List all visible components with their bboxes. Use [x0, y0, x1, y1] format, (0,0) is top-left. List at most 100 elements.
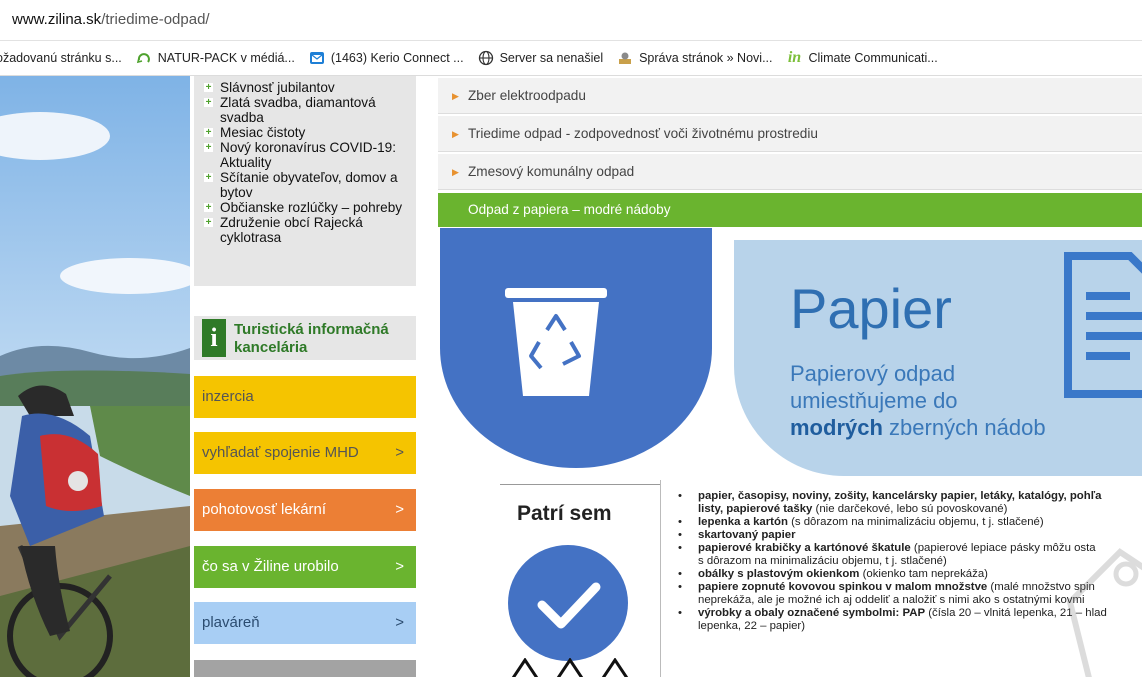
- sidebar-item[interactable]: + Združenie obcí Rajecká cyklotrasa: [204, 215, 410, 245]
- triangle-right-icon: ▶: [452, 129, 459, 139]
- bookmark-label: Server sa nenašiel: [499, 51, 604, 65]
- plus-icon: +: [204, 127, 213, 138]
- sidebar-item[interactable]: + Mesiac čistoty: [204, 125, 410, 140]
- item-bold: lepenka a kartón: [698, 516, 788, 528]
- tourist-info-banner[interactable]: i Turistická informačná kancelária: [194, 316, 416, 360]
- watermark-graphic: [1060, 512, 1142, 677]
- sidebar-item-label: Zlatá svadba, diamantová svadba: [220, 95, 376, 125]
- accordion-label: Triedime odpad - zodpovednosť voči život…: [468, 126, 818, 141]
- item-rest: s dôrazom na minimalizáciu objemu, t j. …: [698, 555, 947, 567]
- sidebar-item[interactable]: + Slávnosť jubilantov: [204, 80, 410, 95]
- sidebar-item[interactable]: + Sčítanie obyvateľov, domov a bytov: [204, 170, 410, 200]
- bookmark-5[interactable]: Správa stránok » Novi...: [617, 50, 773, 66]
- item-bold: papier, časopisy, noviny, zošity, kancel…: [698, 490, 1102, 502]
- inzercia-button[interactable]: inzercia: [194, 376, 416, 418]
- item-bold: listy, papierové tašky: [698, 503, 813, 515]
- accordion-item-elektroodpad[interactable]: ▶ Zber elektroodpadu: [438, 78, 1142, 114]
- item-bold: papiere zopnuté kovovou spinkou v malom …: [698, 581, 988, 593]
- triangle-right-icon: ▶: [452, 167, 459, 177]
- button-label: plaváreň: [202, 614, 260, 631]
- list-item: papier, časopisy, noviny, zošity, kancel…: [678, 490, 1142, 503]
- document-icon: [1064, 252, 1142, 398]
- bookmark-1[interactable]: ožadovanú stránku s...: [0, 51, 122, 65]
- accordion-label: Odpad z papiera – modré nádoby: [468, 202, 671, 217]
- hero-sub-rest: zberných nádob: [889, 415, 1046, 440]
- button-label: vyhľadať spojenie MHD: [202, 444, 359, 461]
- patri-sem-title: Patrí sem: [517, 502, 612, 525]
- patri-divider: [660, 480, 661, 677]
- triangle-right-icon: ▶: [452, 91, 459, 101]
- item-rest: lepenka, 22 – papier): [698, 620, 806, 632]
- sidebar-item[interactable]: + Zlatá svadba, diamantová svadba: [204, 95, 410, 125]
- sidebar-item-label: Mesiac čistoty: [220, 125, 306, 140]
- item-rest: neprekáža, ale je možné ich aj oddeliť a…: [698, 594, 1085, 606]
- sidebar-item-label: Nový koronavírus COVID-19: Aktuality: [220, 140, 397, 170]
- plus-icon: +: [204, 82, 213, 93]
- item-rest: (okienko tam neprekáža): [859, 568, 988, 580]
- bookmark-4[interactable]: Server sa nenašiel: [478, 50, 604, 66]
- accordion-label: Zber elektroodpadu: [468, 88, 586, 103]
- button-label: pohotovosť lekární: [202, 501, 327, 518]
- hero-sub-line2: umiestňujeme do: [790, 388, 958, 413]
- button-label: čo sa v Žiline urobilo: [202, 558, 339, 575]
- item-bold: výrobky a obaly označené symbolmi: PAP: [698, 607, 926, 619]
- bookmark-label: Správa stránok » Novi...: [639, 51, 773, 65]
- cyclist-photo: [0, 76, 190, 677]
- item-rest: (nie darčekové, lebo sú povoskované): [812, 503, 1008, 515]
- tourist-info-line2: kancelária: [234, 339, 308, 356]
- recycle-symbols-icon: [503, 657, 643, 677]
- naturpack-icon: [136, 50, 152, 66]
- hero-sub-line1: Papierový odpad: [790, 361, 956, 386]
- bookmark-label: (1463) Kerio Connect ...: [330, 51, 464, 65]
- bookmark-2[interactable]: NATUR-PACK v médiá...: [136, 50, 295, 66]
- sidebar-item[interactable]: + Nový koronavírus COVID-19: Aktuality: [204, 140, 410, 170]
- sidebar-item-label: Sčítanie obyvateľov, domov a bytov: [220, 170, 398, 200]
- url-text[interactable]: www.zilina.sk/triedime-odpad/: [12, 11, 210, 28]
- plus-icon: +: [204, 142, 213, 153]
- globe-icon: [478, 50, 494, 66]
- item-bold: papierové krabičky a kartónové škatule: [698, 542, 911, 554]
- in-icon: in: [787, 49, 802, 66]
- accordion-label: Zmesový komunálny odpad: [468, 164, 635, 179]
- bookmark-label: ožadovanú stránku s...: [0, 51, 122, 65]
- hero-sub-bold: modrých: [790, 415, 883, 440]
- sidebar-item-label: Občianske rozlúčky – pohreby: [220, 200, 403, 215]
- url-path: /triedime-odpad/: [101, 11, 210, 28]
- tourist-info-label: Turistická informačná kancelária: [234, 321, 389, 357]
- sidebar-item-label: Združenie obcí Rajecká cyklotrasa: [220, 215, 363, 245]
- item-bold: skartovaný papier: [698, 529, 796, 541]
- zilina-done-button[interactable]: čo sa v Žiline urobilo >: [194, 546, 416, 588]
- sidebar-button-cut-off[interactable]: [194, 660, 416, 677]
- page-content: + Slávnosť jubilantov + Zlatá svadba, diam…: [0, 76, 1142, 677]
- admin-icon: [617, 50, 633, 66]
- bookmark-label: Climate Communicati...: [808, 51, 938, 65]
- sidebar-item[interactable]: + Občianske rozlúčky – pohreby: [204, 200, 410, 215]
- plus-icon: +: [204, 202, 213, 213]
- bookmark-label: NATUR-PACK v médiá...: [157, 51, 295, 65]
- address-bar[interactable]: www.zilina.sk/triedime-odpad/: [0, 0, 1142, 41]
- sidebar-item-label: Slávnosť jubilantov: [220, 80, 335, 95]
- swimming-pool-button[interactable]: plaváreň >: [194, 602, 416, 644]
- item-rest: (s dôrazom na minimalizáciu objemu, t j.…: [787, 516, 1044, 528]
- accordion-item-papier-active[interactable]: Odpad z papiera – modré nádoby: [438, 193, 1142, 227]
- bookmarks-bar: ožadovanú stránku s... NATUR-PACK v médi…: [0, 41, 1142, 76]
- button-label: inzercia: [202, 388, 254, 405]
- checkmark-icon: [508, 545, 628, 661]
- plus-icon: +: [204, 172, 213, 183]
- accordion-item-zmesovy[interactable]: ▶ Zmesový komunálny odpad: [438, 154, 1142, 190]
- pharmacy-button[interactable]: pohotovosť lekární >: [194, 489, 416, 531]
- bookmark-3[interactable]: (1463) Kerio Connect ...: [309, 50, 464, 66]
- chevron-right-icon: >: [395, 614, 404, 631]
- chevron-right-icon: >: [395, 444, 404, 461]
- plus-icon: +: [204, 97, 213, 108]
- recycle-bin-icon: [497, 286, 615, 401]
- chevron-right-icon: >: [395, 501, 404, 518]
- url-domain: www.zilina.sk: [12, 11, 102, 28]
- accordion-item-triedime[interactable]: ▶ Triedime odpad - zodpovednosť voči živo…: [438, 116, 1142, 152]
- mhd-button[interactable]: vyhľadať spojenie MHD >: [194, 432, 416, 474]
- hero-subtitle: Papierový odpad umiestňujeme do modrých …: [790, 360, 1046, 441]
- bookmark-6[interactable]: in Climate Communicati...: [787, 49, 938, 66]
- sidebar-menu: + Slávnosť jubilantov + Zlatá svadba, diam…: [194, 76, 416, 286]
- info-icon: i: [202, 319, 226, 357]
- chevron-right-icon: >: [395, 558, 404, 575]
